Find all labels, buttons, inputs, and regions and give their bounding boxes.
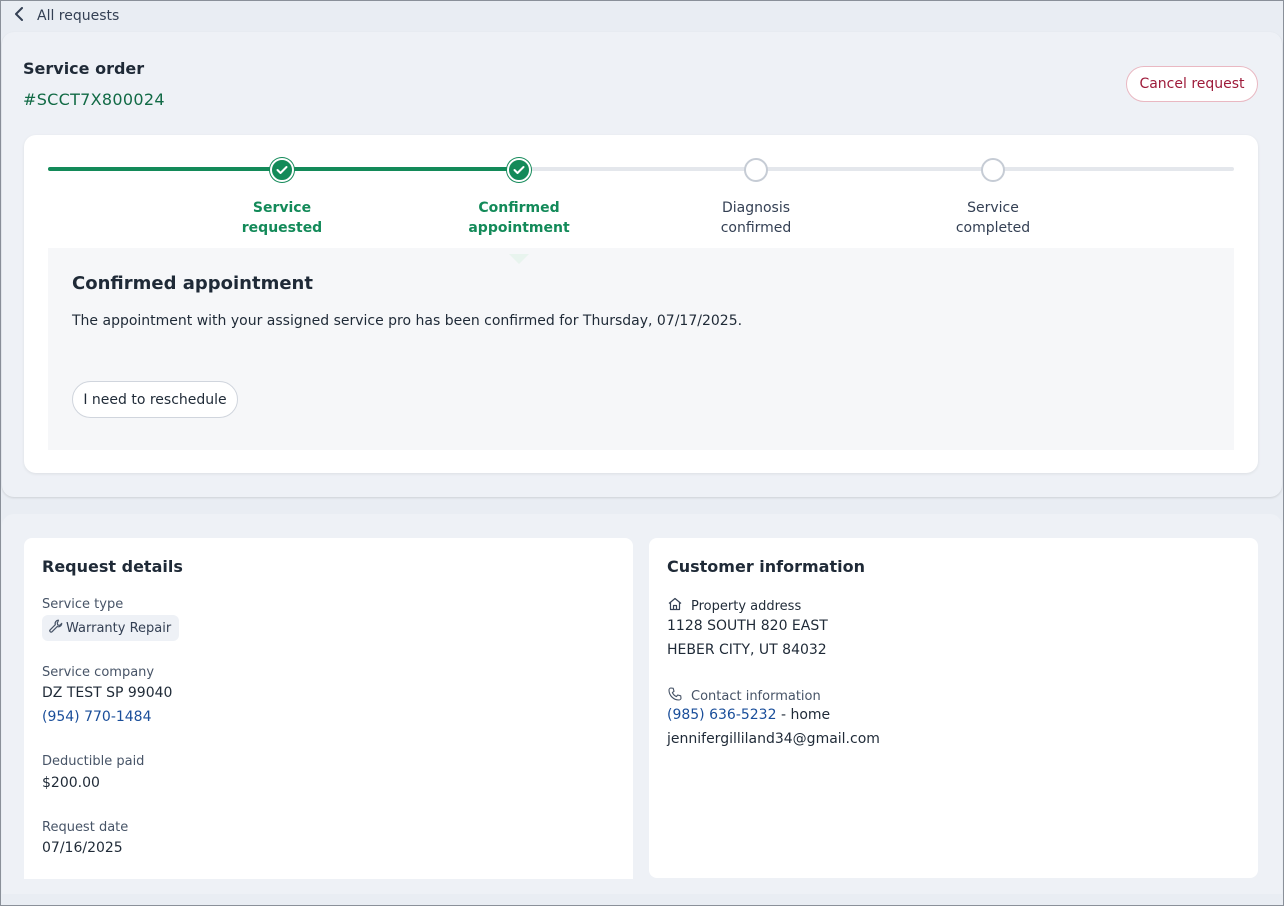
step-label-line: confirmed [720, 220, 792, 236]
request-date-value: 07/16/2025 [42, 840, 123, 856]
service-company-phone-link[interactable]: (954) 770-1484 [42, 709, 152, 725]
property-address-heading: Property address [667, 596, 801, 616]
service-type-badge: Warranty Repair [42, 615, 180, 641]
property-address-label: Property address [691, 598, 802, 614]
customer-phone-line: (985) 636-5232 - home [667, 707, 830, 723]
customer-information-title: Customer information [667, 557, 865, 576]
step-label-line: completed [955, 220, 1031, 236]
step-label-line: appointment [468, 220, 570, 236]
contact-information-heading: Contact information [667, 686, 821, 706]
step-label-line: Service [967, 200, 1019, 216]
step-label-line: Diagnosis [721, 200, 791, 216]
step-diagnosis-confirmed-circle-icon [744, 158, 768, 182]
customer-phone-link[interactable]: (985) 636-5232 [667, 707, 777, 723]
deductible-value: $200.00 [42, 775, 100, 791]
step-service-requested-check-icon [270, 158, 294, 182]
step-label-confirmed-appointment: Confirmed appointment [449, 198, 589, 238]
step-label-service-completed: Service completed [923, 198, 1063, 238]
step-confirmed-appointment-check-icon [507, 158, 531, 182]
current-step-pointer [509, 254, 529, 264]
request-date-label: Request date [42, 820, 129, 835]
progress-track-segment [48, 167, 282, 171]
progress-track-segment [282, 167, 519, 171]
chevron-left-icon [13, 7, 25, 25]
order-number: #SCCT7X800024 [23, 90, 165, 109]
back-to-all-requests-link[interactable]: All requests [13, 7, 119, 25]
reschedule-button[interactable]: I need to reschedule [72, 381, 238, 418]
progress-track-segment [756, 167, 993, 171]
deductible-label: Deductible paid [42, 754, 145, 769]
customer-email: jennifergilliland34@gmail.com [667, 731, 880, 747]
top-bar: All requests [1, 1, 1283, 31]
step-label-line: Service [252, 200, 312, 216]
service-type-label: Service type [42, 597, 124, 612]
address-line-1: 1128 SOUTH 820 EAST [667, 618, 828, 634]
customer-phone-type: - home [776, 707, 831, 723]
service-type-value: Warranty Repair [66, 620, 172, 636]
step-label-line: requested [241, 220, 323, 236]
progress-track-segment [519, 167, 756, 171]
contact-information-label: Contact information [691, 688, 821, 704]
step-label-line: Confirmed [478, 200, 560, 216]
progress-track-segment [993, 167, 1234, 171]
step-label-service-requested: Service requested [212, 198, 352, 238]
back-link-label: All requests [37, 8, 120, 24]
service-company-label: Service company [42, 665, 155, 680]
service-company-name: DZ TEST SP 99040 [42, 685, 173, 701]
current-step-title: Confirmed appointment [72, 273, 313, 294]
page-title: Service order [23, 59, 145, 78]
request-details-title: Request details [42, 557, 183, 576]
phone-icon [667, 686, 683, 706]
step-label-diagnosis-confirmed: Diagnosis confirmed [686, 198, 826, 238]
current-step-message: The appointment with your assigned servi… [72, 313, 743, 329]
cancel-request-button[interactable]: Cancel request [1126, 66, 1258, 102]
step-service-completed-circle-icon [981, 158, 1005, 182]
home-icon [667, 596, 683, 616]
address-line-2: HEBER CITY, UT 84032 [667, 642, 827, 658]
wrench-icon [48, 618, 64, 638]
